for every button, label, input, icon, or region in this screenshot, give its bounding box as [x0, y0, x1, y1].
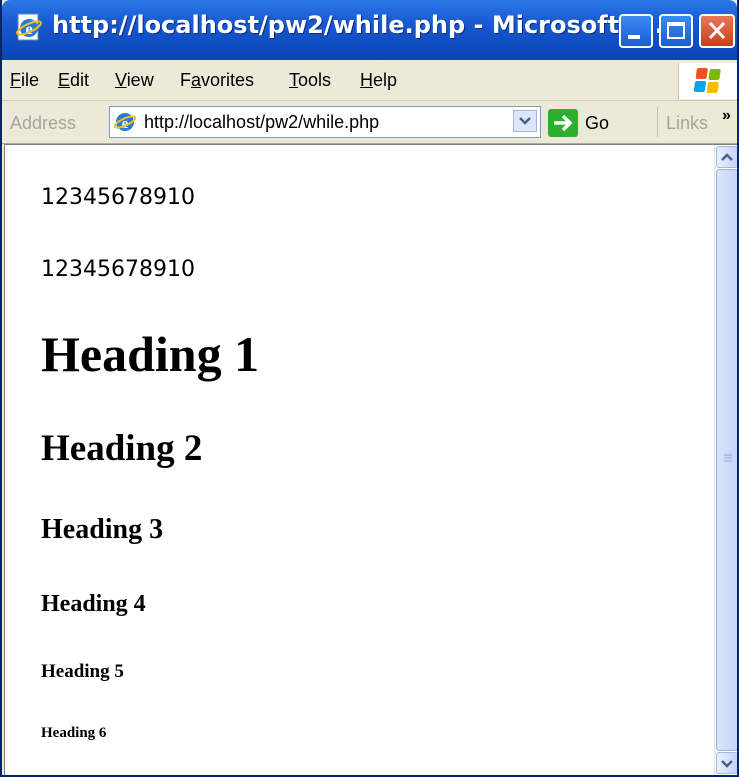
menu-tools[interactable]: Tools [289, 70, 331, 91]
page-content: 12345678910 12345678910 Heading 1 Headin… [5, 145, 715, 775]
menu-file[interactable]: File [10, 70, 39, 91]
menu-view[interactable]: View [115, 70, 154, 91]
heading-1: Heading 1 [41, 326, 260, 382]
ie-page-icon: e [14, 12, 44, 42]
heading-2: Heading 2 [41, 428, 203, 469]
windows-flag-icon [678, 63, 737, 99]
chevron-up-icon [721, 153, 733, 161]
heading-6: Heading 6 [41, 725, 107, 741]
go-button[interactable]: Go [585, 113, 609, 134]
page-viewport: 12345678910 12345678910 Heading 1 Headin… [4, 144, 737, 775]
maximize-button[interactable] [659, 14, 693, 48]
title-bar[interactable]: e http://localhost/pw2/while.php - Micro… [2, 0, 737, 60]
number-line: 12345678910 [41, 257, 195, 282]
heading-4: Heading 4 [41, 591, 146, 617]
address-label: Address [10, 113, 77, 133]
address-bar: Address e http://localhost/pw2/while.php… [2, 101, 737, 144]
go-arrow-icon[interactable] [548, 109, 578, 137]
menu-help[interactable]: Help [360, 70, 397, 91]
heading-3: Heading 3 [41, 514, 164, 545]
minimize-icon [628, 35, 640, 39]
links-label[interactable]: Links [666, 113, 708, 134]
heading-5: Heading 5 [41, 661, 124, 682]
window-title: http://localhost/pw2/while.php - Microso… [52, 11, 664, 39]
number-line: 12345678910 [41, 185, 195, 210]
address-dropdown-button[interactable] [513, 110, 537, 132]
ie-page-icon: e [113, 110, 137, 134]
browser-window: e http://localhost/pw2/while.php - Micro… [0, 0, 739, 777]
chevron-down-icon [721, 760, 733, 768]
address-input[interactable]: e http://localhost/pw2/while.php [109, 106, 541, 138]
scroll-down-button[interactable] [716, 752, 737, 774]
grip-icon [724, 454, 732, 462]
scroll-up-button[interactable] [716, 146, 737, 168]
links-chevron-icon[interactable]: » [722, 107, 731, 125]
minimize-button[interactable] [619, 14, 653, 48]
menu-edit[interactable]: Edit [58, 70, 89, 91]
scroll-thumb[interactable] [716, 169, 737, 751]
menu-bar: File Edit View Favorites Tools Help [2, 60, 737, 101]
address-url: http://localhost/pw2/while.php [144, 112, 380, 132]
vertical-scrollbar[interactable] [714, 145, 737, 775]
maximize-icon [667, 22, 685, 39]
toolbar-divider [657, 107, 658, 137]
chevron-down-icon [519, 117, 531, 125]
menu-favorites[interactable]: Favorites [180, 70, 254, 91]
close-button[interactable] [699, 14, 735, 48]
close-icon [708, 21, 726, 40]
